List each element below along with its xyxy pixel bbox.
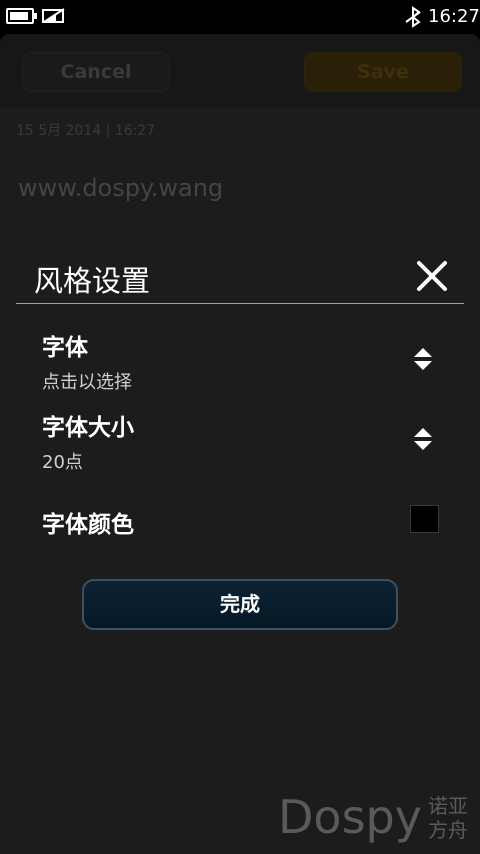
font-size-value: 20点: [42, 452, 83, 473]
status-bar: 16:27: [0, 0, 480, 34]
font-setting-row[interactable]: 字体 点击以选择: [42, 328, 452, 394]
font-color-label: 字体颜色: [42, 512, 134, 538]
bluetooth-icon: [405, 6, 421, 28]
spinner-icon[interactable]: [413, 347, 433, 371]
note-date: 15 5月 2014 | 16:27: [16, 123, 156, 139]
title-divider: [16, 303, 464, 304]
save-button: Save: [304, 52, 462, 92]
color-swatch[interactable]: [410, 505, 439, 533]
watermark-logo: Dospy: [278, 790, 422, 844]
font-value: 点击以选择: [42, 372, 132, 393]
watermark-cn-line2: 方舟: [428, 818, 468, 842]
battery-icon: [6, 8, 37, 24]
watermark-cn-line1: 诺亚: [428, 794, 468, 818]
close-icon[interactable]: [414, 258, 450, 294]
font-color-setting-row[interactable]: 字体颜色: [42, 505, 452, 539]
font-size-setting-row[interactable]: 字体大小 20点: [42, 408, 452, 474]
editor-toolbar: Cancel Save: [0, 34, 480, 108]
dialog-title: 风格设置: [34, 264, 151, 298]
spinner-icon[interactable]: [413, 427, 433, 451]
watermark-cn: 诺亚 方舟: [428, 794, 468, 842]
done-button[interactable]: 完成: [82, 579, 398, 630]
font-size-label: 字体大小: [42, 415, 134, 441]
no-signal-icon: [42, 8, 65, 23]
font-label: 字体: [42, 335, 88, 361]
status-time: 16:27: [428, 6, 480, 27]
note-text: www.dospy.wang: [18, 174, 224, 202]
cancel-button: Cancel: [22, 52, 170, 92]
